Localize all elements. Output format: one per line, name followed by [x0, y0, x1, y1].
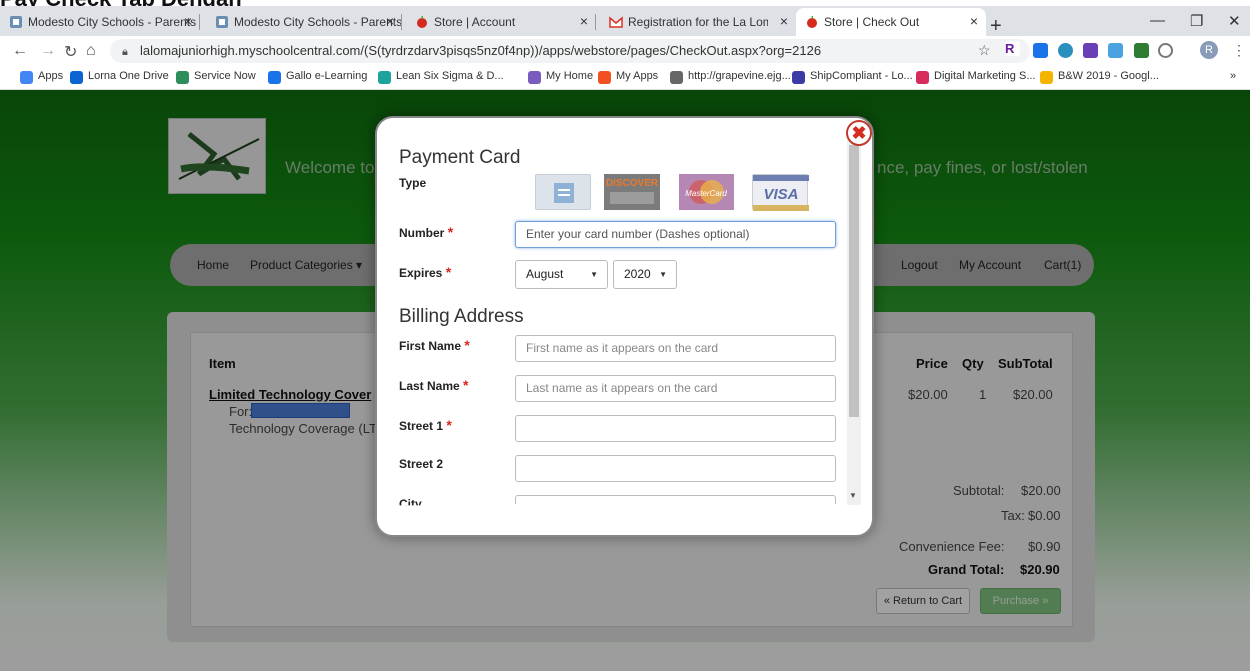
tab-title: Registration for the La Loma Juni [628, 15, 768, 29]
school-favicon-icon [215, 15, 229, 29]
tab-3[interactable]: Registration for the La Loma Juni × [600, 8, 796, 36]
bookmark-item[interactable]: Digital Marketing S... [916, 70, 1035, 84]
street2-label: Street 2 [399, 457, 444, 471]
forward-arrow-icon[interactable]: → [40, 42, 56, 60]
reload-icon[interactable]: ↻ [64, 42, 77, 62]
v-logo-icon [792, 71, 805, 84]
discover-card-icon[interactable]: DISCOVER [604, 174, 660, 210]
cloud-icon [70, 71, 83, 84]
bookmarks-overflow-icon[interactable]: » [1230, 70, 1236, 82]
url-field[interactable]: 🔒︎ lalomajuniorhigh.myschoolcentral.com/… [110, 39, 1030, 63]
card-type-label: Type [399, 176, 427, 190]
apple-favicon-icon [805, 15, 819, 29]
tab-4[interactable]: Store | Check Out × [796, 8, 986, 36]
circle-icon [268, 71, 281, 84]
service-icon [176, 71, 189, 84]
modal-close-button[interactable]: ✖ [846, 120, 872, 146]
apps-grid-icon [20, 71, 33, 84]
last-name-label: Last Name * [399, 377, 469, 393]
last-name-input[interactable]: Last name as it appears on the card [515, 375, 836, 402]
tab-title: Modesto City Schools - Parents [234, 15, 402, 29]
tab-title: Store | Check Out [824, 15, 920, 29]
extension-icon[interactable] [1158, 43, 1173, 58]
svg-text:DISCOVER: DISCOVER [606, 178, 659, 189]
school-favicon-icon [9, 15, 23, 29]
profile-avatar[interactable]: R [1200, 41, 1218, 59]
tab-close-icon[interactable]: × [970, 13, 978, 29]
city-input[interactable] [515, 495, 836, 504]
expires-month-select[interactable]: August ▼ [515, 260, 608, 289]
apple-favicon-icon [415, 15, 429, 29]
leaf-icon [378, 71, 391, 84]
url-text: lalomajuniorhigh.myschoolcentral.com/(S(… [140, 43, 822, 58]
marketing-icon [916, 71, 929, 84]
svg-text:MasterCard: MasterCard [685, 189, 727, 198]
bookmark-item[interactable]: ShipCompliant - Lo... [792, 70, 913, 84]
minimize-icon[interactable]: — [1150, 12, 1165, 29]
bookmarks-bar: Apps Lorna One Drive Service Now Gallo e… [0, 66, 1250, 90]
extension-r-icon[interactable]: R [1005, 41, 1020, 56]
lock-icon: 🔒︎ [122, 46, 128, 58]
bookmark-item[interactable]: Lorna One Drive [70, 70, 169, 84]
billing-address-heading: Billing Address [399, 306, 524, 327]
street2-input[interactable] [515, 455, 836, 482]
globe-icon [670, 71, 683, 84]
home-icon[interactable]: ⌂ [86, 42, 96, 60]
extension-icon[interactable] [1083, 43, 1098, 58]
bookmark-star-icon[interactable]: ☆ [978, 42, 991, 59]
tab-2[interactable]: Store | Account × [406, 8, 596, 36]
street1-input[interactable] [515, 415, 836, 442]
tab-1[interactable]: Modesto City Schools - Parents × [206, 8, 402, 36]
card-number-input[interactable]: Enter your card number (Dashes optional) [515, 221, 836, 248]
payment-card-heading: Payment Card [399, 147, 521, 168]
drive-icon [1040, 71, 1053, 84]
new-tab-icon[interactable]: + [990, 15, 1002, 38]
amex-card-icon[interactable] [535, 174, 591, 210]
extension-icon[interactable] [1058, 43, 1073, 58]
tab-title: Store | Account [434, 15, 516, 29]
mastercard-card-icon[interactable]: MasterCard [679, 174, 734, 210]
street1-label: Street 1 * [399, 417, 452, 433]
bookmark-item[interactable]: Service Now [176, 70, 256, 84]
bookmark-item[interactable]: Gallo e-Learning [268, 70, 367, 84]
bookmark-item[interactable]: B&W 2019 - Googl... [1040, 70, 1159, 84]
tab-close-icon[interactable]: × [386, 13, 394, 29]
first-name-input[interactable]: First name as it appears on the card [515, 335, 836, 362]
home-link-icon [528, 71, 541, 84]
bookmark-item[interactable]: http://grapevine.ejg... [670, 70, 791, 84]
svg-text:VISA: VISA [763, 186, 798, 203]
bookmark-item[interactable]: Lean Six Sigma & D... [378, 70, 504, 84]
tab-title: Modesto City Schools - Parents [28, 15, 197, 29]
back-arrow-icon[interactable]: ← [12, 42, 28, 60]
bookmark-item[interactable]: My Apps [598, 70, 658, 84]
chevron-down-icon: ▼ [590, 270, 598, 279]
tab-close-icon[interactable]: × [184, 13, 192, 29]
modal-scrollbar-thumb[interactable] [849, 145, 859, 417]
tab-close-icon[interactable]: × [580, 13, 588, 29]
bookmark-item[interactable]: My Home [528, 70, 593, 84]
visa-card-icon[interactable]: VISA [752, 174, 809, 211]
tab-0[interactable]: Modesto City Schools - Parents × [0, 8, 200, 36]
browser-tab-bar: Modesto City Schools - Parents × Modesto… [0, 6, 1250, 38]
number-label: Number * [399, 224, 454, 240]
scroll-down-arrow-icon[interactable]: ▼ [849, 491, 857, 500]
gmail-favicon-icon [609, 15, 623, 29]
extension-icon[interactable] [1108, 43, 1123, 58]
chevron-down-icon: ▼ [659, 270, 667, 279]
bookmark-apps[interactable]: Apps [20, 70, 63, 84]
expires-label: Expires * [399, 264, 452, 280]
window-close-icon[interactable]: ✕ [1228, 12, 1241, 30]
windows-icon [598, 71, 611, 84]
extension-icon[interactable] [1033, 43, 1048, 58]
extension-icon[interactable] [1134, 43, 1149, 58]
address-bar-row: ← → ↻ ⌂ 🔒︎ lalomajuniorhigh.myschoolcent… [0, 36, 1250, 66]
menu-dots-icon[interactable]: ⋮ [1232, 42, 1246, 59]
tab-close-icon[interactable]: × [780, 13, 788, 29]
first-name-label: First Name * [399, 337, 470, 353]
expires-year-select[interactable]: 2020 ▼ [613, 260, 677, 289]
maximize-icon[interactable]: ❐ [1190, 12, 1203, 30]
